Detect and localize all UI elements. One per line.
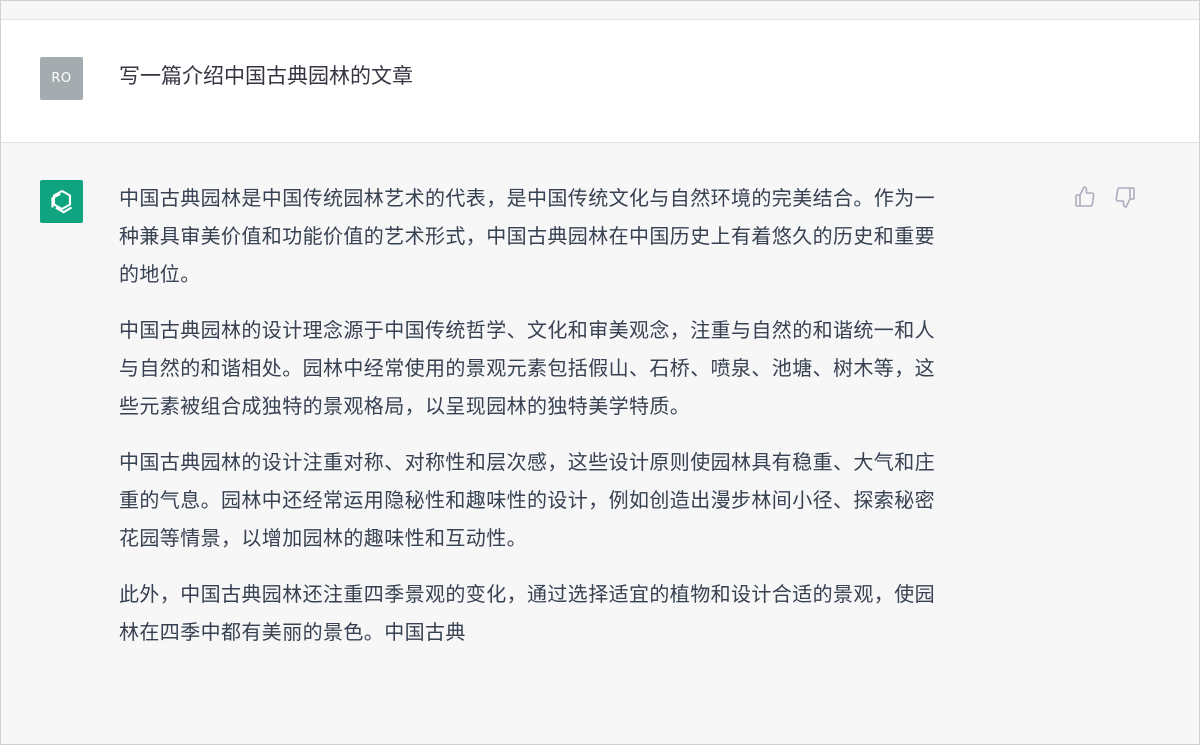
answer-line: 种兼具审美价值和功能价值的艺术形式，中国古典园林在中国历史上有着悠久的历史和重要 [119, 224, 935, 248]
answer-line: 林在四季中都有美丽的景色。中国古典 [119, 620, 466, 644]
thumbs-up-icon [1075, 186, 1095, 207]
user-message-text: 写一篇介绍中国古典园林的文章 [119, 64, 413, 88]
answer-line: 中国古典园林是中国传统园林艺术的代表，是中国传统文化与自然环境的完美结合。作为一 [119, 186, 935, 210]
answer-line: 的地位。 [119, 262, 201, 286]
thumbs-up-button[interactable] [1071, 183, 1099, 211]
answer-line: 此外，中国古典园林还注重四季景观的变化，通过选择适宜的植物和设计合适的景观，使园 [119, 582, 935, 606]
thumbs-down-button[interactable] [1111, 183, 1139, 211]
answer-line: 与自然的和谐相处。园林中经常使用的景观元素包括假山、石桥、喷泉、池塘、树木等，这 [119, 356, 935, 380]
top-strip [1, 1, 1199, 20]
chat-window: RO 写一篇介绍中国古典园林的文章 中国古典园林是中国传统园林艺术的代表，是中国… [0, 0, 1200, 745]
answer-paragraph: 此外，中国古典园林还注重四季景观的变化，通过选择适宜的植物和设计合适的景观，使园… [119, 575, 1041, 651]
answer-line: 重的气息。园林中还经常运用隐秘性和趣味性的设计，例如创造出漫步林间小径、探索秘密 [119, 488, 935, 512]
answer-line: 中国古典园林的设计注重对称、对称性和层次感，这些设计原则使园林具有稳重、大气和庄 [119, 450, 935, 474]
answer-line: 花园等情景，以增加园林的趣味性和互动性。 [119, 526, 527, 550]
user-avatar: RO [40, 57, 83, 100]
thumbs-down-icon [1115, 187, 1135, 208]
user-message-row: RO 写一篇介绍中国古典园林的文章 [1, 20, 1199, 143]
answer-line: 些元素被组合成独特的景观格局，以呈现园林的独特美学特质。 [119, 394, 691, 418]
answer-paragraph: 中国古典园林的设计理念源于中国传统哲学、文化和审美观念，注重与自然的和谐统一和人… [119, 311, 1041, 425]
assistant-message-row: 中国古典园林是中国传统园林艺术的代表，是中国传统文化与自然环境的完美结合。作为一… [1, 143, 1199, 744]
answer-paragraph: 中国古典园林是中国传统园林艺术的代表，是中国传统文化与自然环境的完美结合。作为一… [119, 179, 1041, 293]
answer-paragraph: 中国古典园林的设计注重对称、对称性和层次感，这些设计原则使园林具有稳重、大气和庄… [119, 443, 1041, 557]
assistant-message-text: 中国古典园林是中国传统园林艺术的代表，是中国传统文化与自然环境的完美结合。作为一… [119, 179, 1041, 669]
openai-logo-icon [50, 189, 72, 213]
assistant-avatar [40, 180, 83, 223]
answer-line: 中国古典园林的设计理念源于中国传统哲学、文化和审美观念，注重与自然的和谐统一和人 [119, 318, 935, 342]
